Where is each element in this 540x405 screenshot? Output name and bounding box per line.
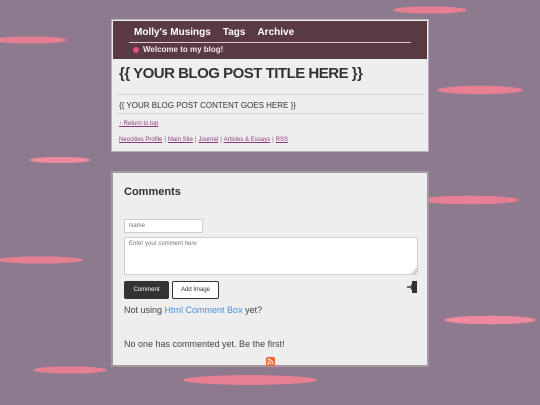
nav-links: Molly's Musings Tags Archive: [134, 27, 294, 38]
comment-textarea[interactable]: [124, 237, 418, 275]
nav-link-archive[interactable]: Archive: [257, 27, 294, 38]
add-image-button[interactable]: Add Image: [172, 281, 219, 299]
footer-links: Neocities Profile | Main Site | Journal | Arti…: [119, 137, 288, 143]
footer-link-neocities[interactable]: Neocities Profile: [119, 137, 162, 143]
separator: |: [272, 137, 274, 143]
footer-link-journal[interactable]: Journal: [199, 137, 219, 143]
comments-heading: Comments: [124, 186, 181, 198]
separator: |: [220, 137, 222, 143]
post-content: {{ YOUR BLOG POST CONTENT GOES HERE }}: [119, 101, 296, 110]
name-input[interactable]: [124, 219, 203, 233]
comments-panel: Comments Comment Add Image Not using Htm…: [111, 171, 429, 367]
content-divider: [116, 113, 424, 114]
resize-grip-icon[interactable]: [412, 269, 417, 274]
rss-icon[interactable]: [266, 357, 275, 366]
promo-prefix: Not using: [124, 305, 163, 315]
welcome-banner: Welcome to my blog!: [133, 45, 223, 54]
footer-link-rss[interactable]: RSS: [276, 137, 288, 143]
separator: |: [164, 137, 166, 143]
separator: |: [194, 137, 197, 143]
footer-link-main-site[interactable]: Main Site: [168, 137, 193, 143]
blog-post-panel: Molly's Musings Tags Archive Welcome to …: [111, 19, 429, 152]
welcome-text: Welcome to my blog!: [143, 45, 224, 54]
title-divider: [116, 94, 424, 95]
promo-suffix: yet?: [245, 305, 263, 315]
nav-link-tags[interactable]: Tags: [223, 27, 246, 38]
promo-text: Not using Html Comment Box yet?: [124, 305, 262, 315]
post-title: {{ YOUR BLOG POST TITLE HERE }}: [119, 65, 363, 82]
bullet-dot-icon: [133, 46, 139, 53]
no-comments-message: No one has commented yet. Be the first!: [124, 339, 285, 349]
nav-bar: Molly's Musings Tags Archive Welcome to …: [113, 21, 427, 59]
footer-link-articles[interactable]: Articles & Essays: [224, 137, 270, 143]
return-to-top-link[interactable]: ↑ Return to top: [119, 121, 158, 127]
nav-link-home[interactable]: Molly's Musings: [134, 27, 211, 38]
html-comment-box-link[interactable]: Html Comment Box: [165, 305, 243, 315]
login-icon[interactable]: [406, 280, 418, 294]
comment-button[interactable]: Comment: [124, 281, 169, 299]
nav-divider: [129, 42, 411, 43]
